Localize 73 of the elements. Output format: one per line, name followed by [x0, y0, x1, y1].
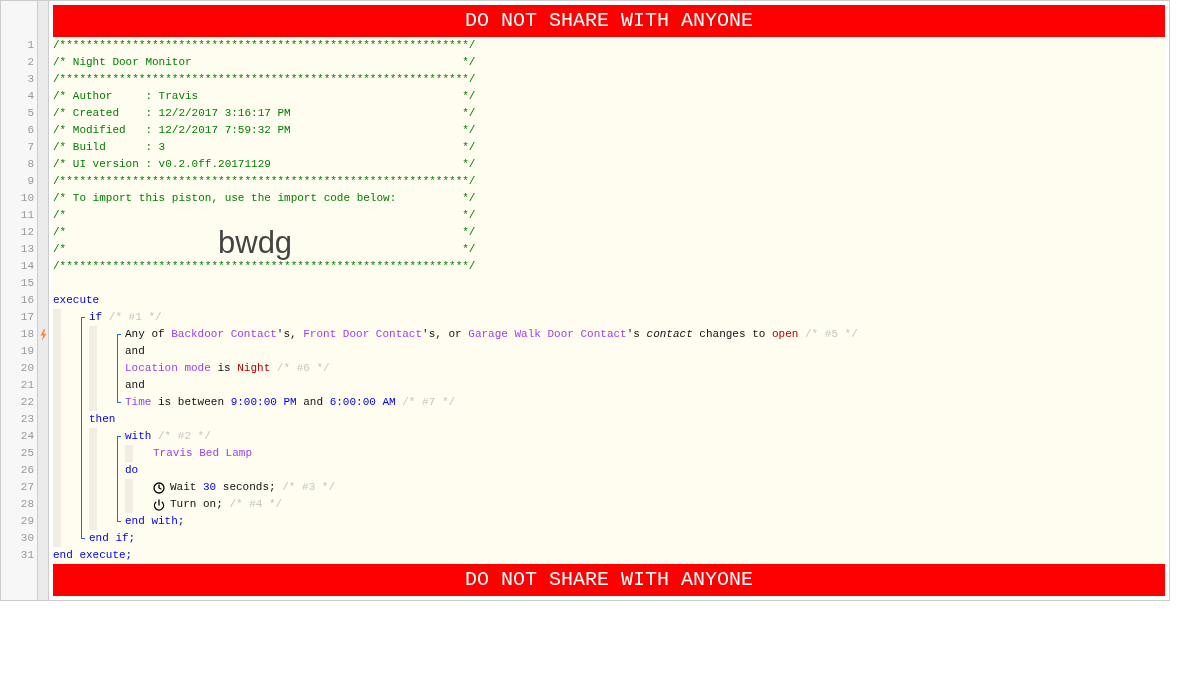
line-number: 3: [26, 72, 35, 87]
clock-icon: [153, 481, 165, 494]
code-line: Wait 30 seconds; /* #3 */: [170, 480, 336, 495]
comment-end: */: [462, 55, 476, 70]
line-number: 4: [26, 89, 35, 104]
line-number: 26: [19, 463, 35, 478]
comment-line: /* Created : 12/2/2017 3:16:17 PM: [53, 106, 291, 121]
line-number: 12: [19, 225, 35, 240]
line-number: 14: [19, 259, 35, 274]
comment-end: */: [462, 157, 476, 172]
line-number: 1: [26, 38, 35, 53]
line-number: 31: [19, 548, 35, 563]
code-line: and: [125, 378, 145, 393]
comment-line: /* Build : 3: [53, 140, 166, 155]
line-number: 30: [19, 531, 35, 546]
line-number: 25: [19, 446, 35, 461]
code-line: Travis Bed Lamp: [153, 446, 253, 461]
comment-line: /*: [53, 208, 67, 223]
line-number: 27: [19, 480, 35, 495]
line-number: 21: [19, 378, 35, 393]
comment-line: /* Author : Travis: [53, 89, 199, 104]
comment-line: /*: [53, 242, 67, 257]
line-number: 6: [26, 123, 35, 138]
line-number: 13: [19, 242, 35, 257]
line-number: 9: [26, 174, 35, 189]
comment-line: /**************************************************************/: [53, 260, 476, 274]
line-number: 7: [26, 140, 35, 155]
comment-line: /**************************************************************/: [53, 38, 476, 53]
power-icon: [153, 498, 165, 511]
comment-line: /*: [53, 225, 67, 240]
line-number: 15: [19, 276, 35, 291]
line-number: 2: [26, 55, 35, 70]
comment-end: */: [462, 89, 476, 104]
scope-bracket: [117, 334, 121, 403]
line-number: 5: [26, 106, 35, 121]
comment-end: */: [462, 208, 476, 223]
comment-end: */: [462, 106, 476, 121]
line-number: 18: [19, 327, 35, 342]
line-number: 22: [19, 395, 35, 410]
code-line: end with;: [125, 514, 185, 529]
comment-line: /* Night Door Monitor: [53, 55, 192, 70]
line-number: 10: [19, 191, 35, 206]
comment-line: /* Modified : 12/2/2017 7:59:32 PM: [53, 123, 291, 138]
code-line: execute: [53, 293, 100, 308]
code-line: then: [89, 412, 116, 427]
line-number: 20: [19, 361, 35, 376]
comment-line: /**************************************************************/: [53, 72, 476, 87]
line-number: 19: [19, 344, 35, 359]
comment-end: */: [462, 225, 476, 240]
line-number: 17: [19, 310, 35, 325]
code-line: end execute;: [53, 548, 133, 563]
line-number: 16: [19, 293, 35, 308]
code-line: Turn on; /* #4 */: [170, 497, 283, 512]
line-number: 23: [19, 412, 35, 427]
line-number: 29: [19, 514, 35, 529]
comment-end: */: [462, 140, 476, 155]
line-number: 24: [19, 429, 35, 444]
comment-end: */: [462, 242, 476, 257]
comment-end: */: [462, 191, 476, 206]
line-number: 8: [26, 157, 35, 172]
line-number: 28: [19, 497, 35, 512]
warning-banner: DO NOT SHARE WITH ANYONE: [53, 564, 1165, 596]
code-line: Any of Backdoor Contact's, Front Door Contact's, or Garage Walk Door Contact's contact changes to open /* #5 */: [125, 327, 858, 342]
warning-banner: DO NOT SHARE WITH ANYONE: [53, 5, 1165, 37]
comment-line: /* UI version : v0.2.0ff.20171129: [53, 157, 271, 172]
code-line: end if;: [89, 531, 136, 546]
code-line: and: [125, 344, 145, 359]
line-number: 11: [19, 208, 35, 223]
comment-line: /* To import this piston, use the import code below:: [53, 191, 397, 206]
code-line: Time is between 9:00:00 PM and 6:00:00 AM /* #7 */: [125, 395, 456, 410]
comment-end: */: [462, 123, 476, 138]
code-line: do: [125, 463, 139, 478]
comment-line: /**************************************************************/: [53, 174, 476, 189]
